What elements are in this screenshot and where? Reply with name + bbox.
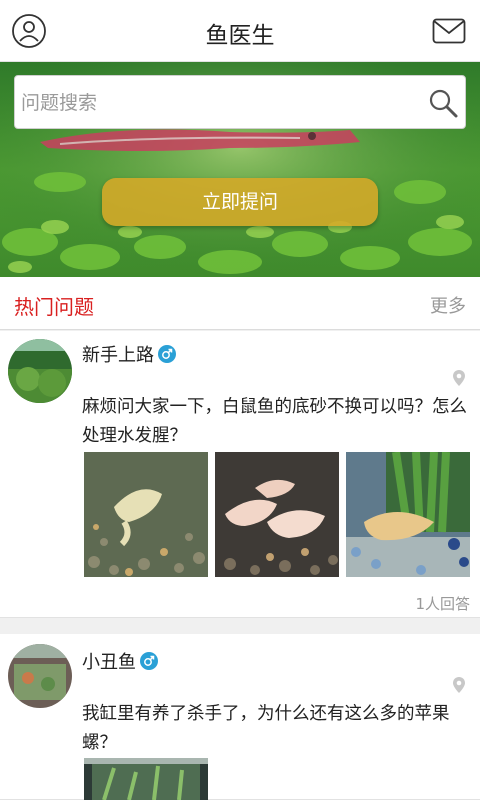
section-title: 热门问题 [14, 295, 94, 319]
location-pin-icon [452, 676, 466, 694]
username-text: 小丑鱼 [82, 652, 136, 673]
banner: 立即提问 [0, 62, 480, 277]
search-bar[interactable] [14, 75, 466, 129]
more-link[interactable]: 更多 [430, 292, 466, 318]
ask-question-button[interactable]: 立即提问 [102, 178, 378, 226]
answer-count: 1人回答 [415, 595, 470, 613]
avatar[interactable] [8, 644, 72, 708]
top-bar: 鱼医生 [0, 0, 480, 62]
username: 新手上路 [82, 341, 176, 367]
location-pin-icon [452, 369, 466, 387]
male-icon [158, 345, 176, 363]
question-card[interactable]: 小丑鱼 我缸里有养了杀手了，为什么还有这么多的苹果螺？ [0, 634, 480, 800]
mail-icon[interactable] [430, 12, 468, 50]
question-text[interactable]: 我缸里有养了杀手了，为什么还有这么多的苹果螺？ [82, 700, 474, 758]
photo-thumbnail[interactable] [346, 452, 470, 577]
male-icon [140, 652, 158, 670]
question-card[interactable]: 新手上路 麻烦问大家一下，白鼠鱼的底砂不换可以吗？怎么处理水发腥？ 1人回答 [0, 331, 480, 618]
avatar[interactable] [8, 339, 72, 403]
page-title: 鱼医生 [205, 23, 275, 49]
photo-thumbnail[interactable] [215, 452, 339, 577]
photo-thumbnail[interactable] [84, 452, 208, 577]
search-input[interactable] [21, 84, 421, 122]
search-icon[interactable] [427, 87, 459, 119]
photo-thumbnails [84, 452, 472, 577]
username-text: 新手上路 [82, 345, 154, 366]
question-text[interactable]: 麻烦问大家一下，白鼠鱼的底砂不换可以吗？怎么处理水发腥？ [82, 393, 474, 451]
username: 小丑鱼 [82, 648, 158, 674]
photo-thumbnail[interactable] [84, 758, 208, 800]
hot-questions-header: 热门问题 更多 [0, 277, 480, 330]
